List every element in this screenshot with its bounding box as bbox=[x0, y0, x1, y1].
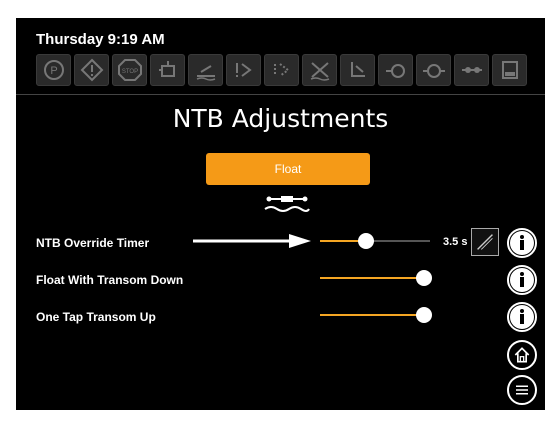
date-time: Thursday 9:19 AM bbox=[36, 31, 165, 48]
float-with-transom-down-label: Float With Transom Down bbox=[36, 273, 184, 287]
status-icon-bar: P STOP bbox=[36, 54, 534, 88]
header-divider bbox=[16, 94, 545, 95]
trim-gauge-icon[interactable] bbox=[454, 54, 489, 86]
edit-button[interactable] bbox=[471, 228, 499, 256]
fuel-icon[interactable] bbox=[492, 54, 527, 86]
info-icon bbox=[510, 268, 534, 292]
ntb-override-timer-label: NTB Override Timer bbox=[36, 236, 150, 250]
one-tap-transom-up-label: One Tap Transom Up bbox=[36, 310, 156, 324]
one-tap-transom-up-slider[interactable] bbox=[320, 307, 432, 323]
stop-icon[interactable]: STOP bbox=[112, 54, 147, 86]
warning-icon[interactable] bbox=[74, 54, 109, 86]
oil-pressure-icon[interactable] bbox=[378, 54, 413, 86]
oil-temp-icon[interactable] bbox=[416, 54, 451, 86]
trim-alert-icon[interactable] bbox=[226, 54, 261, 86]
edit-icon bbox=[477, 234, 493, 250]
slider-knob[interactable] bbox=[416, 270, 432, 286]
svg-text:STOP: STOP bbox=[121, 69, 137, 75]
float-button[interactable]: Float bbox=[206, 153, 370, 185]
info-button[interactable] bbox=[507, 228, 537, 258]
slider-knob[interactable] bbox=[416, 307, 432, 323]
info-icon bbox=[510, 231, 534, 255]
display-screen: Thursday 9:19 AM P STOP NTB Adjustments … bbox=[16, 18, 545, 410]
parking-icon[interactable]: P bbox=[36, 54, 71, 86]
arrow-pointer-icon bbox=[193, 234, 311, 248]
info-button[interactable] bbox=[507, 302, 537, 332]
slider-knob[interactable] bbox=[358, 233, 374, 249]
info-icon bbox=[510, 305, 534, 329]
home-icon bbox=[514, 347, 530, 363]
menu-icon bbox=[516, 385, 528, 395]
engine-icon[interactable] bbox=[150, 54, 185, 86]
trim-level-icon[interactable] bbox=[188, 54, 223, 86]
menu-button[interactable] bbox=[507, 375, 537, 405]
svg-text:P: P bbox=[50, 65, 57, 77]
ntb-override-timer-value: 3.5 s bbox=[443, 236, 468, 248]
trim-limit-icon[interactable] bbox=[264, 54, 299, 86]
no-trim-icon[interactable] bbox=[302, 54, 337, 86]
ntb-override-timer-slider[interactable] bbox=[320, 233, 430, 249]
page-title: NTB Adjustments bbox=[172, 104, 389, 133]
info-button[interactable] bbox=[507, 265, 537, 295]
home-button[interactable] bbox=[507, 340, 537, 370]
float-with-transom-down-slider[interactable] bbox=[320, 270, 432, 286]
transom-icon[interactable] bbox=[340, 54, 375, 86]
trim-icon bbox=[264, 196, 310, 212]
